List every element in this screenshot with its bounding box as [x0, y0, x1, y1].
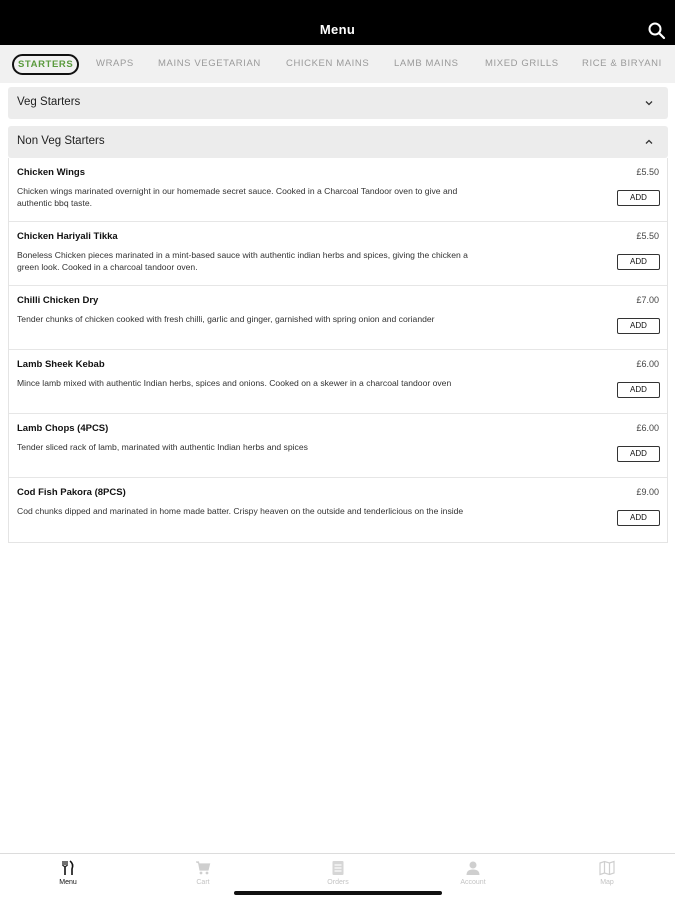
- add-button[interactable]: ADD: [617, 190, 660, 206]
- add-button[interactable]: ADD: [617, 254, 660, 270]
- item-name: Chicken Wings: [17, 167, 86, 178]
- tab-mains-vegetarian[interactable]: MAINS VEGETARIAN: [158, 58, 261, 69]
- item-description: Tender sliced rack of lamb, marinated wi…: [17, 442, 308, 452]
- menu-item: Chicken Wings £5.50 Chicken wings marina…: [9, 158, 667, 222]
- map-icon: [599, 860, 615, 876]
- nav-account[interactable]: Account: [433, 860, 513, 886]
- item-name: Lamb Chops (4PCS): [17, 423, 109, 434]
- non-veg-starters-header[interactable]: Non Veg Starters: [8, 126, 668, 158]
- veg-starters-header[interactable]: Veg Starters: [8, 87, 668, 119]
- section-title: Non Veg Starters: [17, 135, 105, 147]
- header-bar: Menu: [0, 0, 675, 45]
- item-price: £5.50: [636, 167, 659, 177]
- nav-label: Account: [460, 879, 486, 886]
- menu-item: Lamb Sheek Kebab £6.00 Mince lamb mixed …: [9, 350, 667, 414]
- category-tabs: STARTERS WRAPS MAINS VEGETARIAN CHICKEN …: [0, 45, 675, 83]
- nav-label: Map: [600, 879, 614, 886]
- item-name: Cod Fish Pakora (8PCS): [17, 487, 126, 498]
- item-description: Chicken wings marinated overnight in our…: [17, 186, 458, 208]
- item-price: £6.00: [636, 359, 659, 369]
- nav-cart[interactable]: Cart: [163, 860, 243, 886]
- item-price: £9.00: [636, 487, 659, 497]
- item-price: £6.00: [636, 423, 659, 433]
- tab-starters[interactable]: STARTERS: [12, 54, 80, 75]
- person-icon: [466, 861, 480, 875]
- section-veg-starters: Veg Starters: [8, 87, 668, 119]
- menu-item: Lamb Chops (4PCS) £6.00 Tender sliced ra…: [9, 414, 667, 478]
- menu-item: Chilli Chicken Dry £7.00 Tender chunks o…: [9, 286, 667, 350]
- item-name: Chicken Hariyali Tikka: [17, 231, 118, 242]
- menu-item: Cod Fish Pakora (8PCS) £9.00 Cod chunks …: [9, 478, 667, 542]
- add-button[interactable]: ADD: [617, 446, 660, 462]
- tab-chicken-mains[interactable]: CHICKEN MAINS: [286, 58, 369, 69]
- orders-icon: [332, 861, 344, 875]
- add-button[interactable]: ADD: [617, 510, 660, 526]
- nav-orders[interactable]: Orders: [298, 860, 378, 886]
- item-name: Chilli Chicken Dry: [17, 295, 99, 306]
- menu-item: Chicken Hariyali Tikka £5.50 Boneless Ch…: [9, 222, 667, 286]
- nav-label: Orders: [327, 879, 349, 886]
- item-description: Mince lamb mixed with authentic Indian h…: [17, 378, 452, 388]
- section-title: Veg Starters: [17, 96, 81, 108]
- section-non-veg-starters: Non Veg Starters: [8, 126, 668, 158]
- add-button[interactable]: ADD: [617, 318, 660, 334]
- chevron-up-icon: [645, 139, 653, 144]
- cutlery-icon: [62, 860, 74, 875]
- menu-item-list: Chicken Wings £5.50 Chicken wings marina…: [8, 158, 668, 543]
- tab-lamb-mains[interactable]: LAMB MAINS: [394, 58, 459, 69]
- home-indicator: [234, 891, 442, 895]
- search-icon[interactable]: [647, 21, 667, 41]
- nav-label: Cart: [196, 879, 210, 886]
- nav-map[interactable]: Map: [567, 860, 647, 886]
- item-name: Lamb Sheek Kebab: [17, 359, 105, 370]
- item-description: Boneless Chicken pieces marinated in a m…: [17, 250, 468, 272]
- nav-label: Menu: [59, 879, 77, 886]
- add-button[interactable]: ADD: [617, 382, 660, 398]
- item-description: Cod chunks dipped and marinated in home …: [17, 506, 464, 516]
- tab-rice-biryani[interactable]: RICE & BIRYANI: [582, 58, 662, 69]
- page-title: Menu: [319, 22, 356, 37]
- item-price: £7.00: [636, 295, 659, 305]
- item-description: Tender chunks of chicken cooked with fre…: [17, 314, 435, 324]
- tab-wraps[interactable]: WRAPS: [96, 58, 134, 69]
- nav-menu[interactable]: Menu: [28, 860, 108, 886]
- cart-icon: [196, 861, 211, 875]
- chevron-down-icon: [645, 101, 653, 106]
- item-price: £5.50: [636, 231, 659, 241]
- tab-mixed-grills[interactable]: MIXED GRILLS: [485, 58, 559, 69]
